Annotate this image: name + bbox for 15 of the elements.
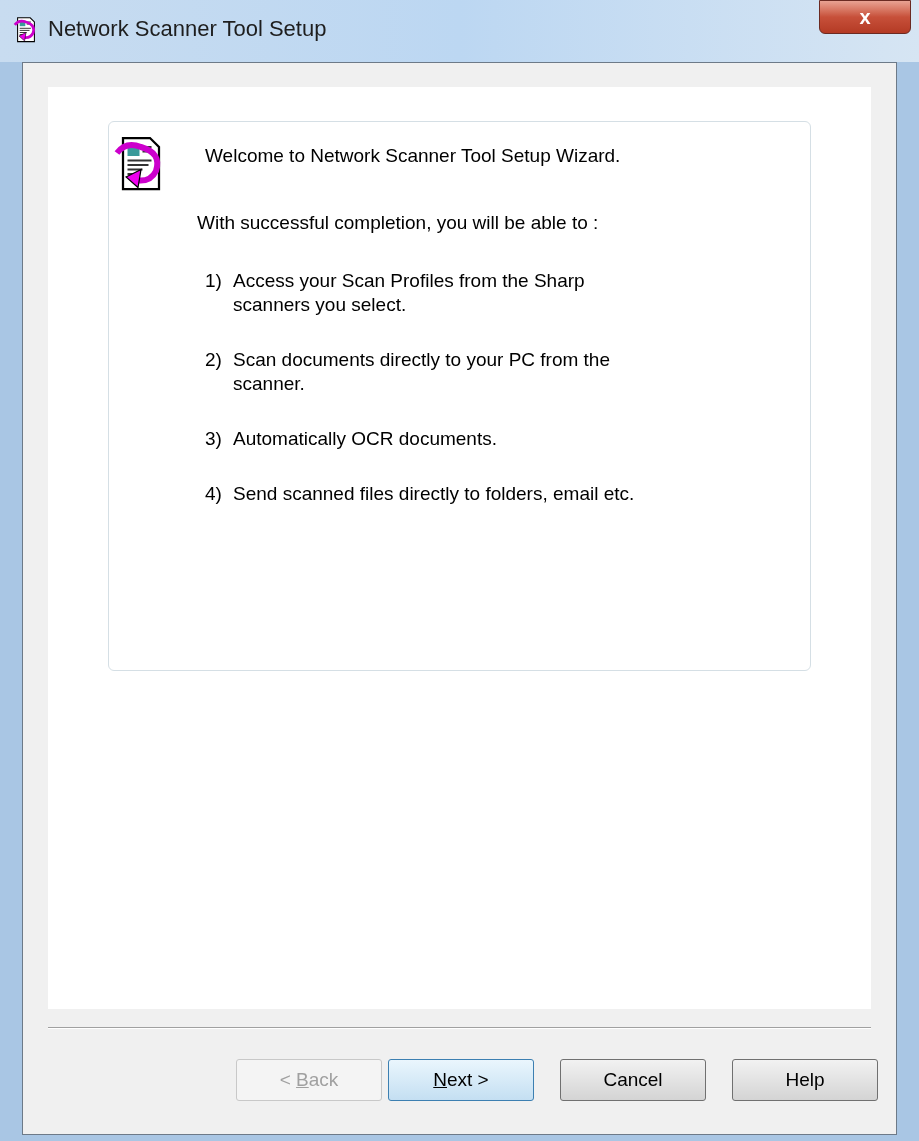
item-text: Automatically OCR documents.	[233, 427, 497, 451]
item-number: 1)	[205, 269, 223, 293]
close-button[interactable]: x	[819, 0, 911, 34]
item-number: 4)	[205, 482, 223, 506]
dialog-button[interactable]: Next >	[388, 1059, 534, 1101]
dialog-button[interactable]: Help	[732, 1059, 878, 1101]
item-number: 2)	[205, 348, 223, 372]
window-title: Network Scanner Tool Setup	[48, 15, 327, 43]
welcome-heading: Welcome to Network Scanner Tool Setup Wizard.	[205, 144, 622, 168]
dialog-button[interactable]: Cancel	[560, 1059, 706, 1101]
intro-text: With successful completion, you will be able to :	[197, 210, 600, 235]
item-text: Send scanned files directly to folders, email etc.	[233, 482, 635, 506]
item-text: Access your Scan Profiles from the Sharp scanners you select.	[233, 269, 585, 317]
item-number: 3)	[205, 427, 223, 451]
item-text: Scan documents directly to your PC from the scanner.	[233, 348, 610, 396]
